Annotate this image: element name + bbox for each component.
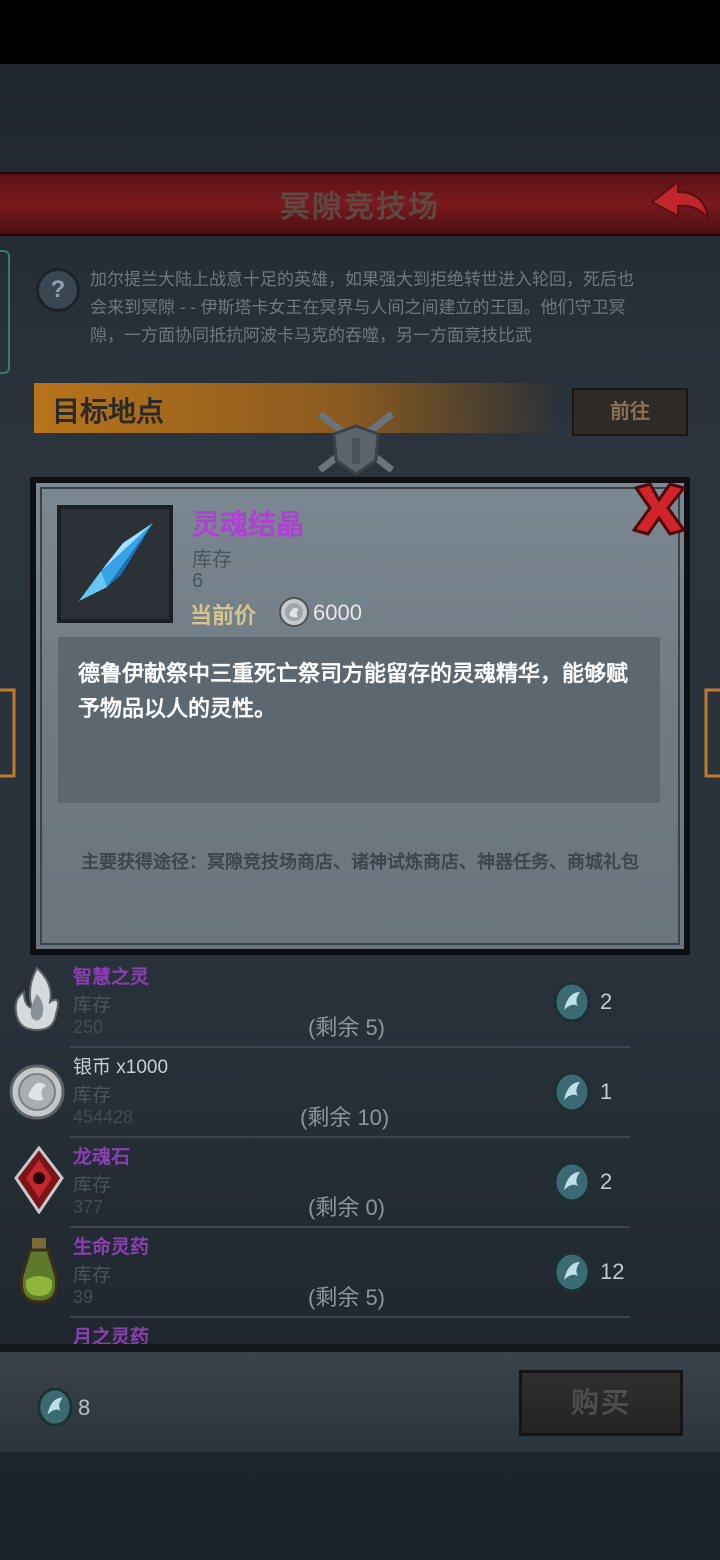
help-icon[interactable]: ? xyxy=(36,268,80,312)
remaining-count: (剩余 0) xyxy=(308,1195,386,1220)
silver-coin-icon xyxy=(278,596,310,628)
stock-value: 377 xyxy=(73,1197,104,1217)
remaining-count: (剩余 5) xyxy=(308,1015,386,1040)
current-price-value: 6000 xyxy=(313,600,362,625)
current-price-label: 当前价 xyxy=(190,603,257,628)
item-quantity: x1000 xyxy=(111,1057,169,1078)
item-name: 智慧之灵 xyxy=(73,967,150,988)
row-divider xyxy=(70,1316,630,1318)
goto-button[interactable]: 前往 xyxy=(572,388,688,436)
acquisition-sources: 主要获得途径：冥隙竞技场商店、诸神试炼商店、神器任务、商城礼包 xyxy=(81,852,639,872)
item-name: 生命灵药 xyxy=(73,1237,150,1258)
row-divider xyxy=(70,1136,630,1138)
currency-balance: 8 xyxy=(78,1395,91,1420)
remaining-count: (剩余 10) xyxy=(300,1105,390,1130)
stock-value: 6 xyxy=(192,570,204,592)
item-name: 银币 x1000 xyxy=(73,1052,168,1079)
item-icon-frame xyxy=(57,505,173,623)
item-price: 2 xyxy=(600,989,613,1014)
silver-coin-icon xyxy=(8,1060,65,1124)
soul-crystal-icon xyxy=(79,523,153,601)
stock-label: 库存 xyxy=(73,1265,112,1286)
item-price: 12 xyxy=(600,1259,625,1284)
back-arrow-icon[interactable] xyxy=(648,178,712,224)
item-title: 灵魂结晶 xyxy=(192,509,305,540)
stock-value: 454428 xyxy=(73,1107,134,1127)
page-title: 冥隙竞技场 xyxy=(280,191,440,224)
stock-label: 库存 xyxy=(73,995,112,1016)
item-description: 德鲁伊献祭中三重死亡祭司方能留存的灵魂精华，能够赋予物品以人的灵性。 xyxy=(78,661,629,721)
stock-value: 250 xyxy=(73,1017,104,1037)
arena-emblem-icon xyxy=(300,404,412,480)
arena-coin-icon xyxy=(552,981,592,1023)
stock-value: 39 xyxy=(73,1287,94,1307)
close-icon[interactable] xyxy=(630,480,688,538)
flame-icon xyxy=(10,964,64,1032)
row-divider xyxy=(70,1046,630,1048)
arena-coin-icon xyxy=(552,1251,592,1293)
left-side-tab[interactable] xyxy=(0,250,10,374)
item-name-text: 银币 xyxy=(73,1057,112,1078)
footer-divider xyxy=(0,1344,720,1352)
arena-description: 加尔提兰大陆上战意十足的英雄，如果强大到拒绝转世进入轮回，死后也会来到冥隙 - … xyxy=(90,270,634,345)
arena-coin-icon xyxy=(552,1071,592,1113)
arena-coin-icon xyxy=(36,1387,74,1427)
target-location-label: 目标地点 xyxy=(52,396,165,427)
row-divider xyxy=(70,1226,630,1228)
stock-label: 库存 xyxy=(192,549,232,571)
potion-icon xyxy=(14,1236,68,1304)
stock-label: 库存 xyxy=(73,1175,112,1196)
item-price: 1 xyxy=(600,1079,613,1104)
arena-coin-icon xyxy=(552,1161,592,1203)
buy-button[interactable]: 购买 xyxy=(519,1370,683,1436)
item-price: 2 xyxy=(600,1169,613,1194)
status-bar xyxy=(0,0,720,64)
stock-label: 库存 xyxy=(73,1085,112,1106)
dragon-gem-icon xyxy=(12,1145,66,1215)
remaining-count: (剩余 5) xyxy=(308,1285,386,1310)
item-name: 龙魂石 xyxy=(73,1147,131,1168)
